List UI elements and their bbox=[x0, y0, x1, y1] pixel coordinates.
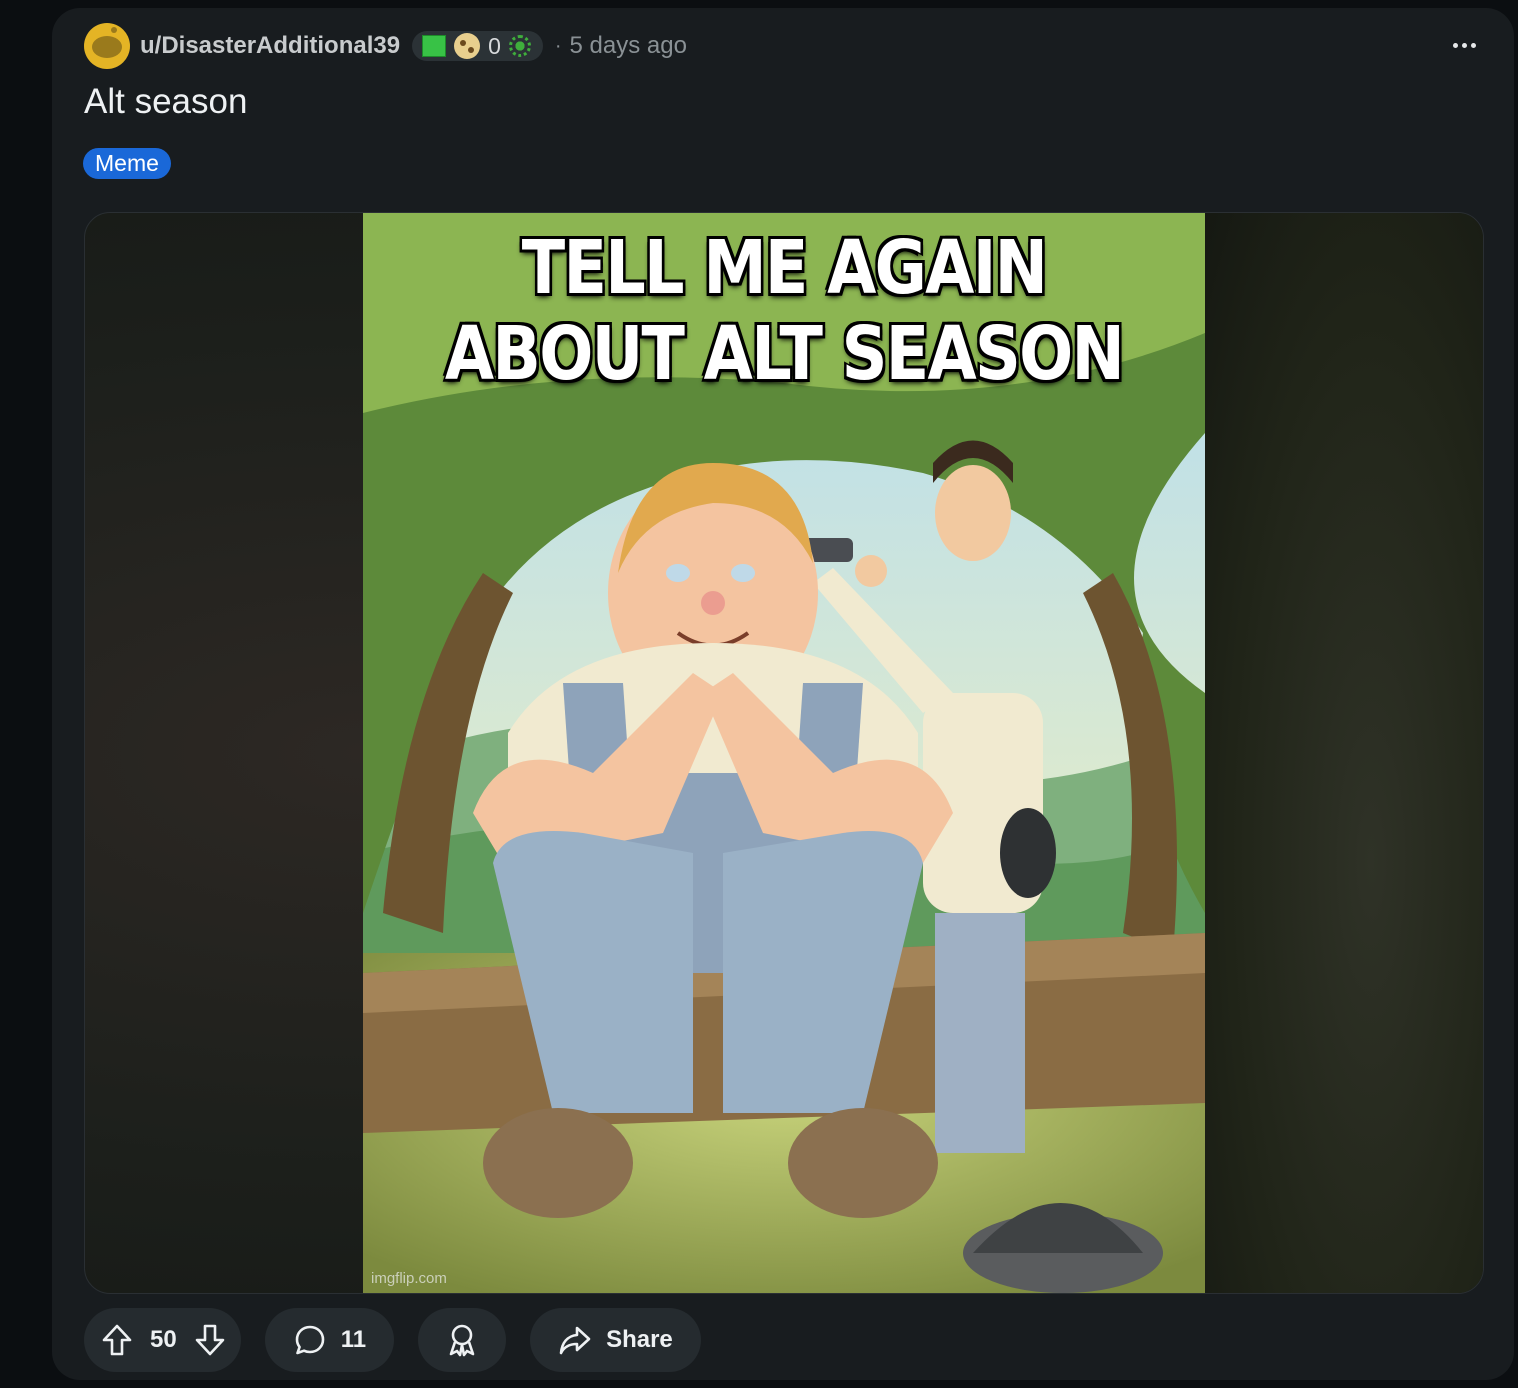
media-blur-background bbox=[1203, 213, 1483, 1293]
meme-image[interactable]: TELL ME AGAIN ABOUT ALT SEASON imgflip.c… bbox=[363, 213, 1205, 1293]
share-icon bbox=[558, 1323, 592, 1357]
user-flair: 0 bbox=[412, 31, 543, 61]
vote-control: 50 bbox=[84, 1308, 241, 1372]
comment-count: 11 bbox=[340, 1326, 367, 1353]
post-timestamp: 5 days ago bbox=[569, 32, 687, 59]
comments-button[interactable]: 11 bbox=[264, 1308, 395, 1372]
meme-caption-line2: ABOUT ALT SEASON bbox=[444, 311, 1125, 397]
vote-score: 50 bbox=[150, 1326, 177, 1353]
post-media[interactable]: TELL ME AGAIN ABOUT ALT SEASON imgflip.c… bbox=[84, 212, 1484, 1294]
share-label: Share bbox=[606, 1326, 673, 1353]
comment-icon bbox=[293, 1323, 327, 1357]
green-square-icon bbox=[422, 35, 447, 57]
username-link[interactable]: u/DisasterAdditional39 bbox=[140, 32, 400, 60]
post-header: u/DisasterAdditional39 0 · 5 days ago bbox=[84, 16, 1484, 76]
cookie-icon bbox=[454, 33, 481, 59]
downvote-icon[interactable] bbox=[193, 1323, 227, 1357]
post-flair-tag[interactable]: Meme bbox=[83, 148, 171, 179]
imgflip-watermark: imgflip.com bbox=[371, 1270, 447, 1287]
award-button[interactable] bbox=[418, 1308, 507, 1372]
post-action-bar: 50 11 Share bbox=[84, 1308, 701, 1372]
separator-dot: · bbox=[554, 34, 562, 57]
award-icon bbox=[445, 1323, 479, 1357]
meme-caption-line1: TELL ME AGAIN bbox=[521, 225, 1048, 311]
post-card[interactable]: u/DisasterAdditional39 0 · 5 days ago Al… bbox=[52, 8, 1514, 1380]
user-avatar[interactable] bbox=[84, 23, 130, 69]
flair-count: 0 bbox=[488, 32, 501, 59]
more-options-icon[interactable] bbox=[1444, 30, 1484, 60]
share-button[interactable]: Share bbox=[530, 1308, 701, 1372]
green-gear-icon bbox=[508, 35, 531, 57]
post-title[interactable]: Alt season bbox=[84, 82, 247, 122]
upvote-icon[interactable] bbox=[100, 1323, 134, 1357]
